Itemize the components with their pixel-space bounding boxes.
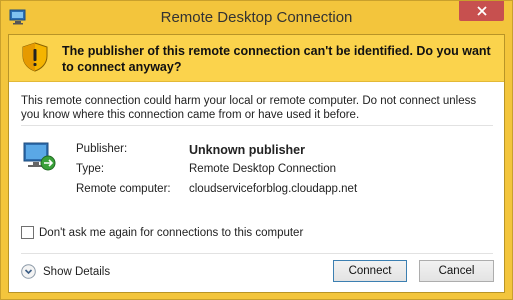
footer-divider (21, 253, 493, 254)
show-details-toggle[interactable]: Show Details (21, 264, 110, 279)
type-value: Remote Desktop Connection (189, 163, 337, 175)
divider (21, 125, 493, 126)
remote-computer-value: cloudserviceforblog.cloudapp.net (189, 183, 358, 195)
close-button[interactable] (459, 1, 504, 21)
warning-message: This remote connection could harm your l… (21, 95, 477, 121)
dialog-content: The publisher of this remote connection … (8, 34, 505, 293)
dont-ask-again-label: Don't ask me again for connections to th… (39, 226, 304, 239)
remote-computer-label: Remote computer: (76, 183, 171, 195)
dont-ask-again-option[interactable]: Don't ask me again for connections to th… (21, 226, 303, 239)
chevron-down-icon[interactable] (21, 264, 36, 279)
type-label: Type: (76, 163, 105, 175)
window-title: Remote Desktop Connection (160, 9, 353, 26)
warning-heading: The publisher of this remote connection … (62, 44, 491, 74)
publisher-label: Publisher: (76, 143, 128, 155)
warning-banner: The publisher of this remote connection … (9, 35, 504, 82)
connect-button[interactable]: Connect (333, 260, 407, 282)
remote-computer-icon (23, 142, 56, 171)
shield-warning-icon (22, 42, 48, 72)
title-bar[interactable]: Remote Desktop Connection (1, 1, 512, 34)
publisher-value: Unknown publisher (189, 143, 305, 157)
close-icon (476, 6, 487, 16)
dont-ask-again-checkbox[interactable] (21, 226, 34, 239)
show-details-label: Show Details (43, 265, 111, 278)
dialog-window: Remote Desktop Connection The publisher … (0, 0, 513, 300)
cancel-button[interactable]: Cancel (419, 260, 494, 282)
